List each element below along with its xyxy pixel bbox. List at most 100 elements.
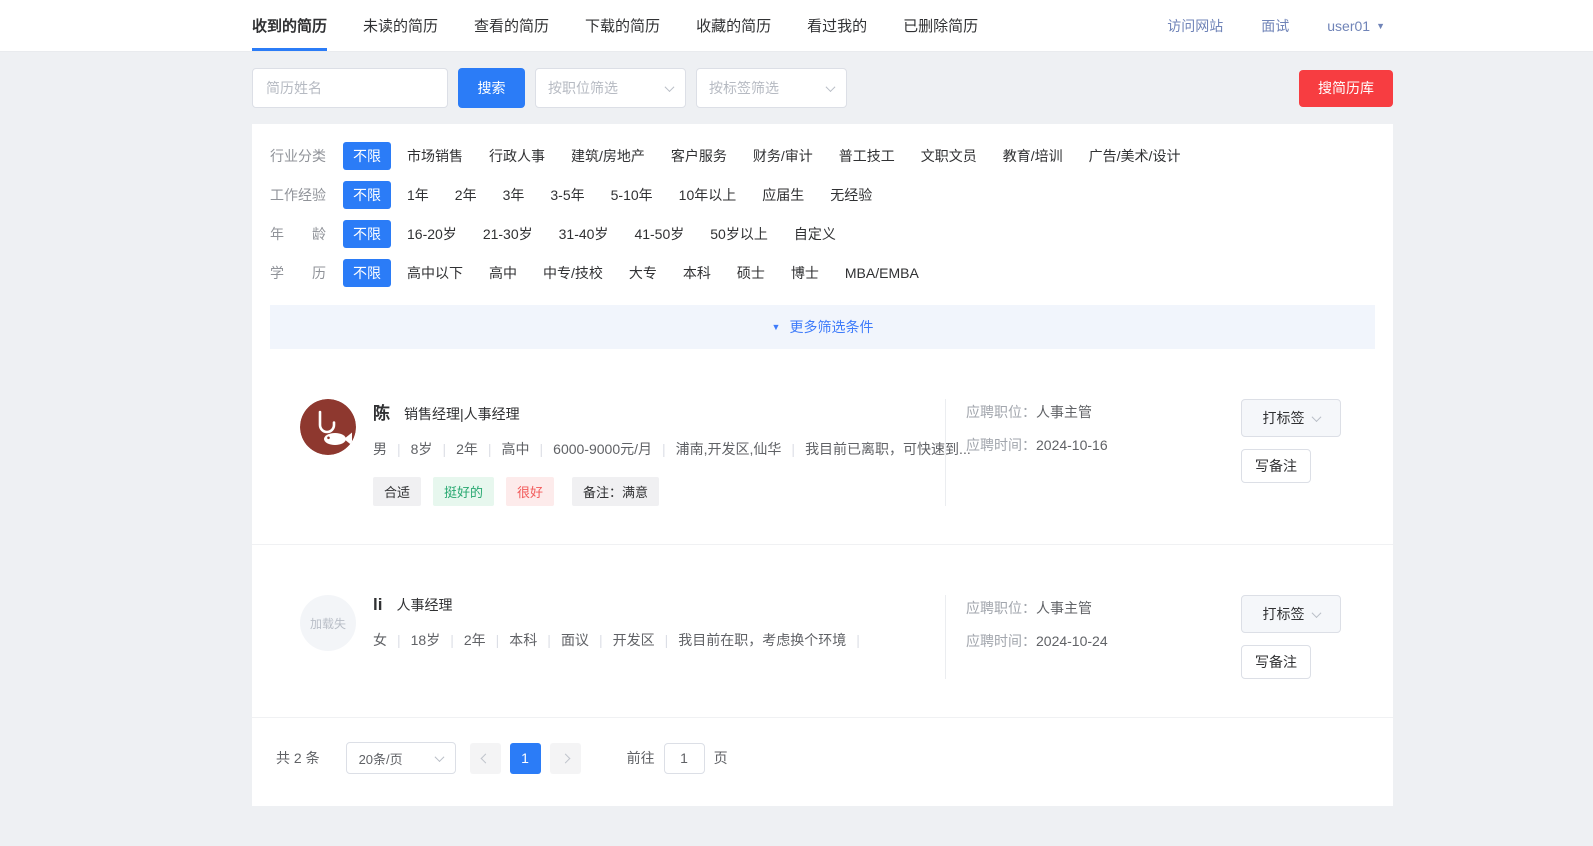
filter-option[interactable]: 不限 (343, 142, 391, 170)
nav-tab[interactable]: 收藏的简历 (696, 0, 771, 51)
detail-separator: | (599, 632, 603, 648)
chevron-down-icon (826, 82, 836, 92)
filter-option[interactable]: 3年 (493, 181, 535, 209)
filter-option[interactable]: 10年以上 (669, 181, 747, 209)
add-tag-button[interactable]: 打标签 (1241, 399, 1341, 437)
detail-separator: | (397, 441, 401, 457)
top-nav: 收到的简历未读的简历查看的简历下载的简历收藏的简历看过我的已删除简历 访问网站 … (0, 0, 1593, 52)
header-right: 访问网站 面试 user01 ▼ (1129, 0, 1385, 51)
chevron-down-icon: ▼ (772, 322, 781, 332)
detail-item: 18岁 (411, 632, 441, 648)
filter-option[interactable]: 3-5年 (540, 181, 594, 209)
prev-page-button[interactable] (470, 743, 501, 774)
filter-option[interactable]: 5-10年 (601, 181, 663, 209)
filter-options: 不限1年2年3年3-5年5-10年10年以上应届生无经验 (343, 181, 888, 209)
filter-option[interactable]: 无经验 (820, 181, 882, 209)
pagination: 共 2 条 20条/页 1 前往 页 (252, 718, 1393, 806)
filter-option[interactable]: 41-50岁 (624, 220, 694, 248)
resume-row[interactable]: 加载失li人事经理女|18岁|2年|本科|面议|开发区|我目前在职，考虑换个环境… (252, 545, 1393, 718)
filter-option[interactable]: 博士 (781, 259, 829, 287)
username: user01 (1327, 18, 1370, 34)
filter-option[interactable]: 中专/技校 (533, 259, 613, 287)
nav-tab[interactable]: 看过我的 (807, 0, 867, 51)
filter-option[interactable]: 广告/美术/设计 (1079, 142, 1191, 170)
page-unit-label: 页 (714, 748, 728, 768)
candidate-name: 陈 (373, 399, 390, 424)
write-note-button[interactable]: 写备注 (1241, 645, 1311, 679)
filter-option[interactable]: 高中 (479, 259, 527, 287)
nav-tab[interactable]: 收到的简历 (252, 0, 327, 51)
filter-option[interactable]: 31-40岁 (549, 220, 619, 248)
application-meta: 应聘职位：人事主管应聘时间：2024-10-24 (945, 595, 1241, 679)
filter-option[interactable]: 自定义 (784, 220, 846, 248)
detail-separator: | (540, 441, 544, 457)
tag-filter-select[interactable]: 按标签筛选 (696, 68, 847, 108)
chevron-right-icon (560, 753, 570, 763)
filter-option[interactable]: 普工技工 (829, 142, 905, 170)
filter-option[interactable]: 不限 (343, 220, 391, 248)
filter-option[interactable]: 21-30岁 (473, 220, 543, 248)
row-actions: 打标签写备注 (1241, 399, 1345, 506)
filter-option[interactable]: 应届生 (752, 181, 814, 209)
row-actions: 打标签写备注 (1241, 595, 1345, 679)
filter-section: 行业分类不限市场销售行政人事建筑/房地产客户服务财务/审计普工技工文职文员教育/… (252, 124, 1393, 287)
filter-options: 不限市场销售行政人事建筑/房地产客户服务财务/审计普工技工文职文员教育/培训广告… (343, 142, 1196, 170)
filter-option[interactable]: 硕士 (727, 259, 775, 287)
detail-separator: | (665, 632, 669, 648)
candidate-info: 陈销售经理|人事经理男|8岁|2年|高中|6000-9000元/月|浦南,开发区… (373, 399, 945, 506)
page-size-select[interactable]: 20条/页 (346, 742, 456, 774)
filter-group-label: 行业分类 (270, 146, 326, 166)
filter-option[interactable]: 教育/培训 (993, 142, 1073, 170)
detail-separator: | (662, 441, 666, 457)
apply-position-value: 人事主管 (1036, 404, 1092, 420)
filter-group-label: 工作经验 (270, 185, 326, 205)
detail-item: 开发区 (613, 632, 655, 648)
detail-separator: | (488, 441, 492, 457)
filter-option[interactable]: 不限 (343, 181, 391, 209)
user-menu[interactable]: user01 ▼ (1327, 18, 1385, 34)
filter-option[interactable]: 文职文员 (911, 142, 987, 170)
visit-site-link[interactable]: 访问网站 (1167, 16, 1223, 36)
nav-tab[interactable]: 下载的简历 (585, 0, 660, 51)
page-number-button[interactable]: 1 (510, 743, 541, 774)
filter-option[interactable]: 行政人事 (479, 142, 555, 170)
more-filters-toggle[interactable]: ▼ 更多筛选条件 (270, 305, 1375, 349)
detail-item: 8岁 (411, 441, 433, 457)
nav-tab[interactable]: 未读的简历 (363, 0, 438, 51)
filter-option[interactable]: 高中以下 (397, 259, 473, 287)
nav-tab[interactable]: 查看的简历 (474, 0, 549, 51)
goto-label: 前往 (627, 748, 655, 768)
filter-option[interactable]: 不限 (343, 259, 391, 287)
filter-option[interactable]: 50岁以上 (700, 220, 778, 248)
filter-option[interactable]: 本科 (673, 259, 721, 287)
position-filter-select[interactable]: 按职位筛选 (535, 68, 686, 108)
resume-name-input[interactable] (252, 68, 448, 108)
next-page-button[interactable] (550, 743, 581, 774)
search-library-button[interactable]: 搜简历库 (1299, 70, 1393, 107)
filter-row: 年龄不限16-20岁21-30岁31-40岁41-50岁50岁以上自定义 (270, 220, 1375, 248)
write-note-button[interactable]: 写备注 (1241, 449, 1311, 483)
detail-item: 2年 (464, 632, 486, 648)
add-tag-button[interactable]: 打标签 (1241, 595, 1341, 633)
interview-link[interactable]: 面试 (1261, 16, 1289, 36)
tag-filter-placeholder: 按标签筛选 (709, 78, 779, 98)
nav-tab[interactable]: 已删除简历 (903, 0, 978, 51)
resume-row[interactable]: 陈销售经理|人事经理男|8岁|2年|高中|6000-9000元/月|浦南,开发区… (252, 349, 1393, 545)
apply-time-value: 2024-10-24 (1036, 633, 1108, 649)
filter-option[interactable]: 市场销售 (397, 142, 473, 170)
goto-page-input[interactable] (664, 743, 705, 774)
filter-option[interactable]: 2年 (445, 181, 487, 209)
candidate-name-line: 陈销售经理|人事经理 (373, 399, 945, 424)
candidate-tags: 合适挺好的很好备注：满意 (373, 477, 945, 506)
filter-option[interactable]: 客户服务 (661, 142, 737, 170)
filter-option[interactable]: 16-20岁 (397, 220, 467, 248)
detail-item: 我目前在职，考虑换个环境 (678, 632, 846, 648)
detail-separator: | (442, 441, 446, 457)
filter-option[interactable]: 1年 (397, 181, 439, 209)
filter-option[interactable]: 财务/审计 (743, 142, 823, 170)
filter-option[interactable]: 大专 (619, 259, 667, 287)
filter-option[interactable]: 建筑/房地产 (561, 142, 655, 170)
tag-green: 挺好的 (433, 477, 494, 506)
filter-option[interactable]: MBA/EMBA (835, 261, 929, 285)
search-button[interactable]: 搜索 (458, 68, 525, 108)
